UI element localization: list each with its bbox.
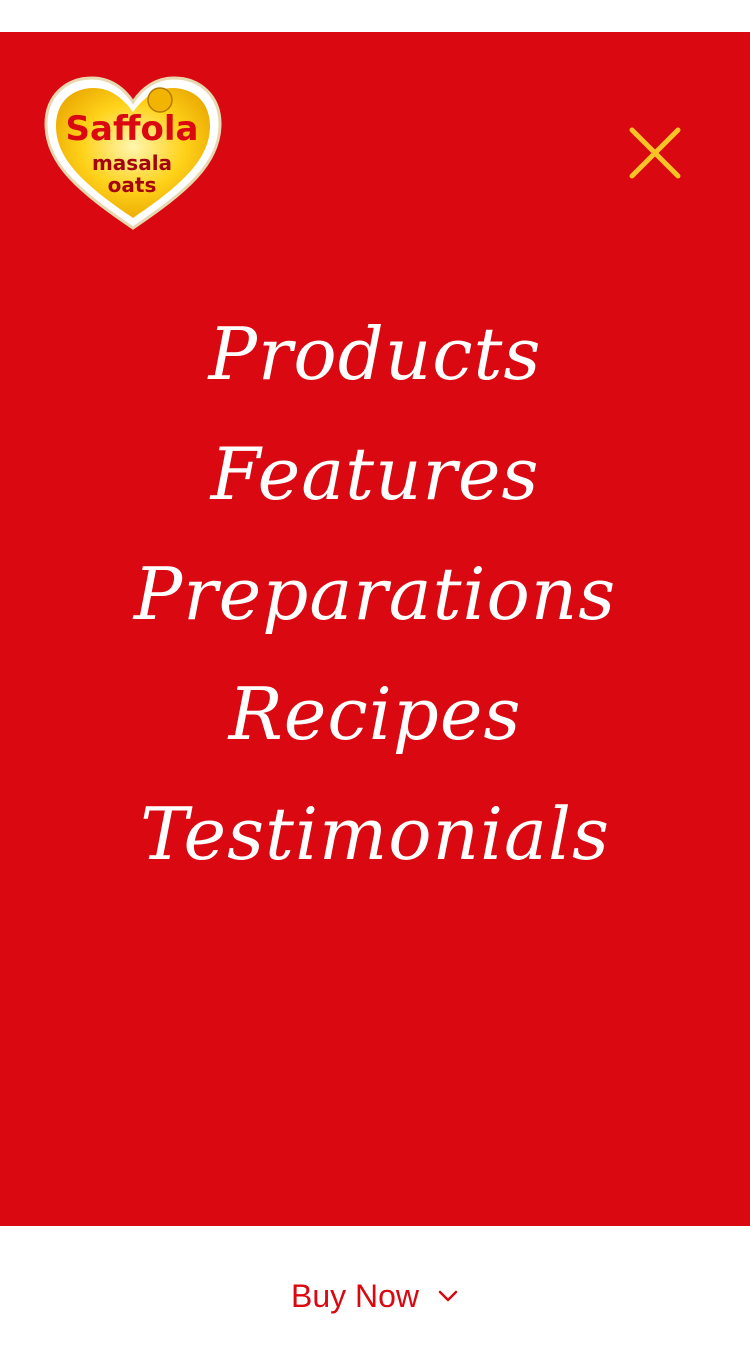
- nav-item-preparations[interactable]: Preparations: [0, 534, 750, 654]
- close-icon: [629, 127, 681, 179]
- nav-item-products[interactable]: Products: [0, 294, 750, 414]
- nav-item-features[interactable]: Features: [0, 414, 750, 534]
- top-strip: [0, 0, 750, 32]
- svg-text:oats: oats: [108, 173, 157, 197]
- saffola-masala-oats-logo[interactable]: Saffola masala oats: [40, 72, 226, 232]
- menu-overlay: Saffola masala oats Products Features Pr…: [0, 32, 750, 1226]
- svg-text:Saffola: Saffola: [66, 109, 199, 149]
- main-nav: Products Features Preparations Recipes T…: [0, 294, 750, 894]
- svg-text:masala: masala: [92, 151, 172, 175]
- chevron-down-icon: [437, 1289, 459, 1303]
- nav-item-recipes[interactable]: Recipes: [0, 654, 750, 774]
- buy-now-label: Buy Now: [290, 1277, 420, 1314]
- bottom-bar: Buy Now: [0, 1226, 750, 1366]
- close-menu-button[interactable]: [616, 118, 694, 196]
- logo-heart-icon: Saffola masala oats: [44, 76, 222, 230]
- buy-now-button[interactable]: Buy Now: [271, 1268, 479, 1325]
- nav-item-testimonials[interactable]: Testimonials: [0, 774, 750, 894]
